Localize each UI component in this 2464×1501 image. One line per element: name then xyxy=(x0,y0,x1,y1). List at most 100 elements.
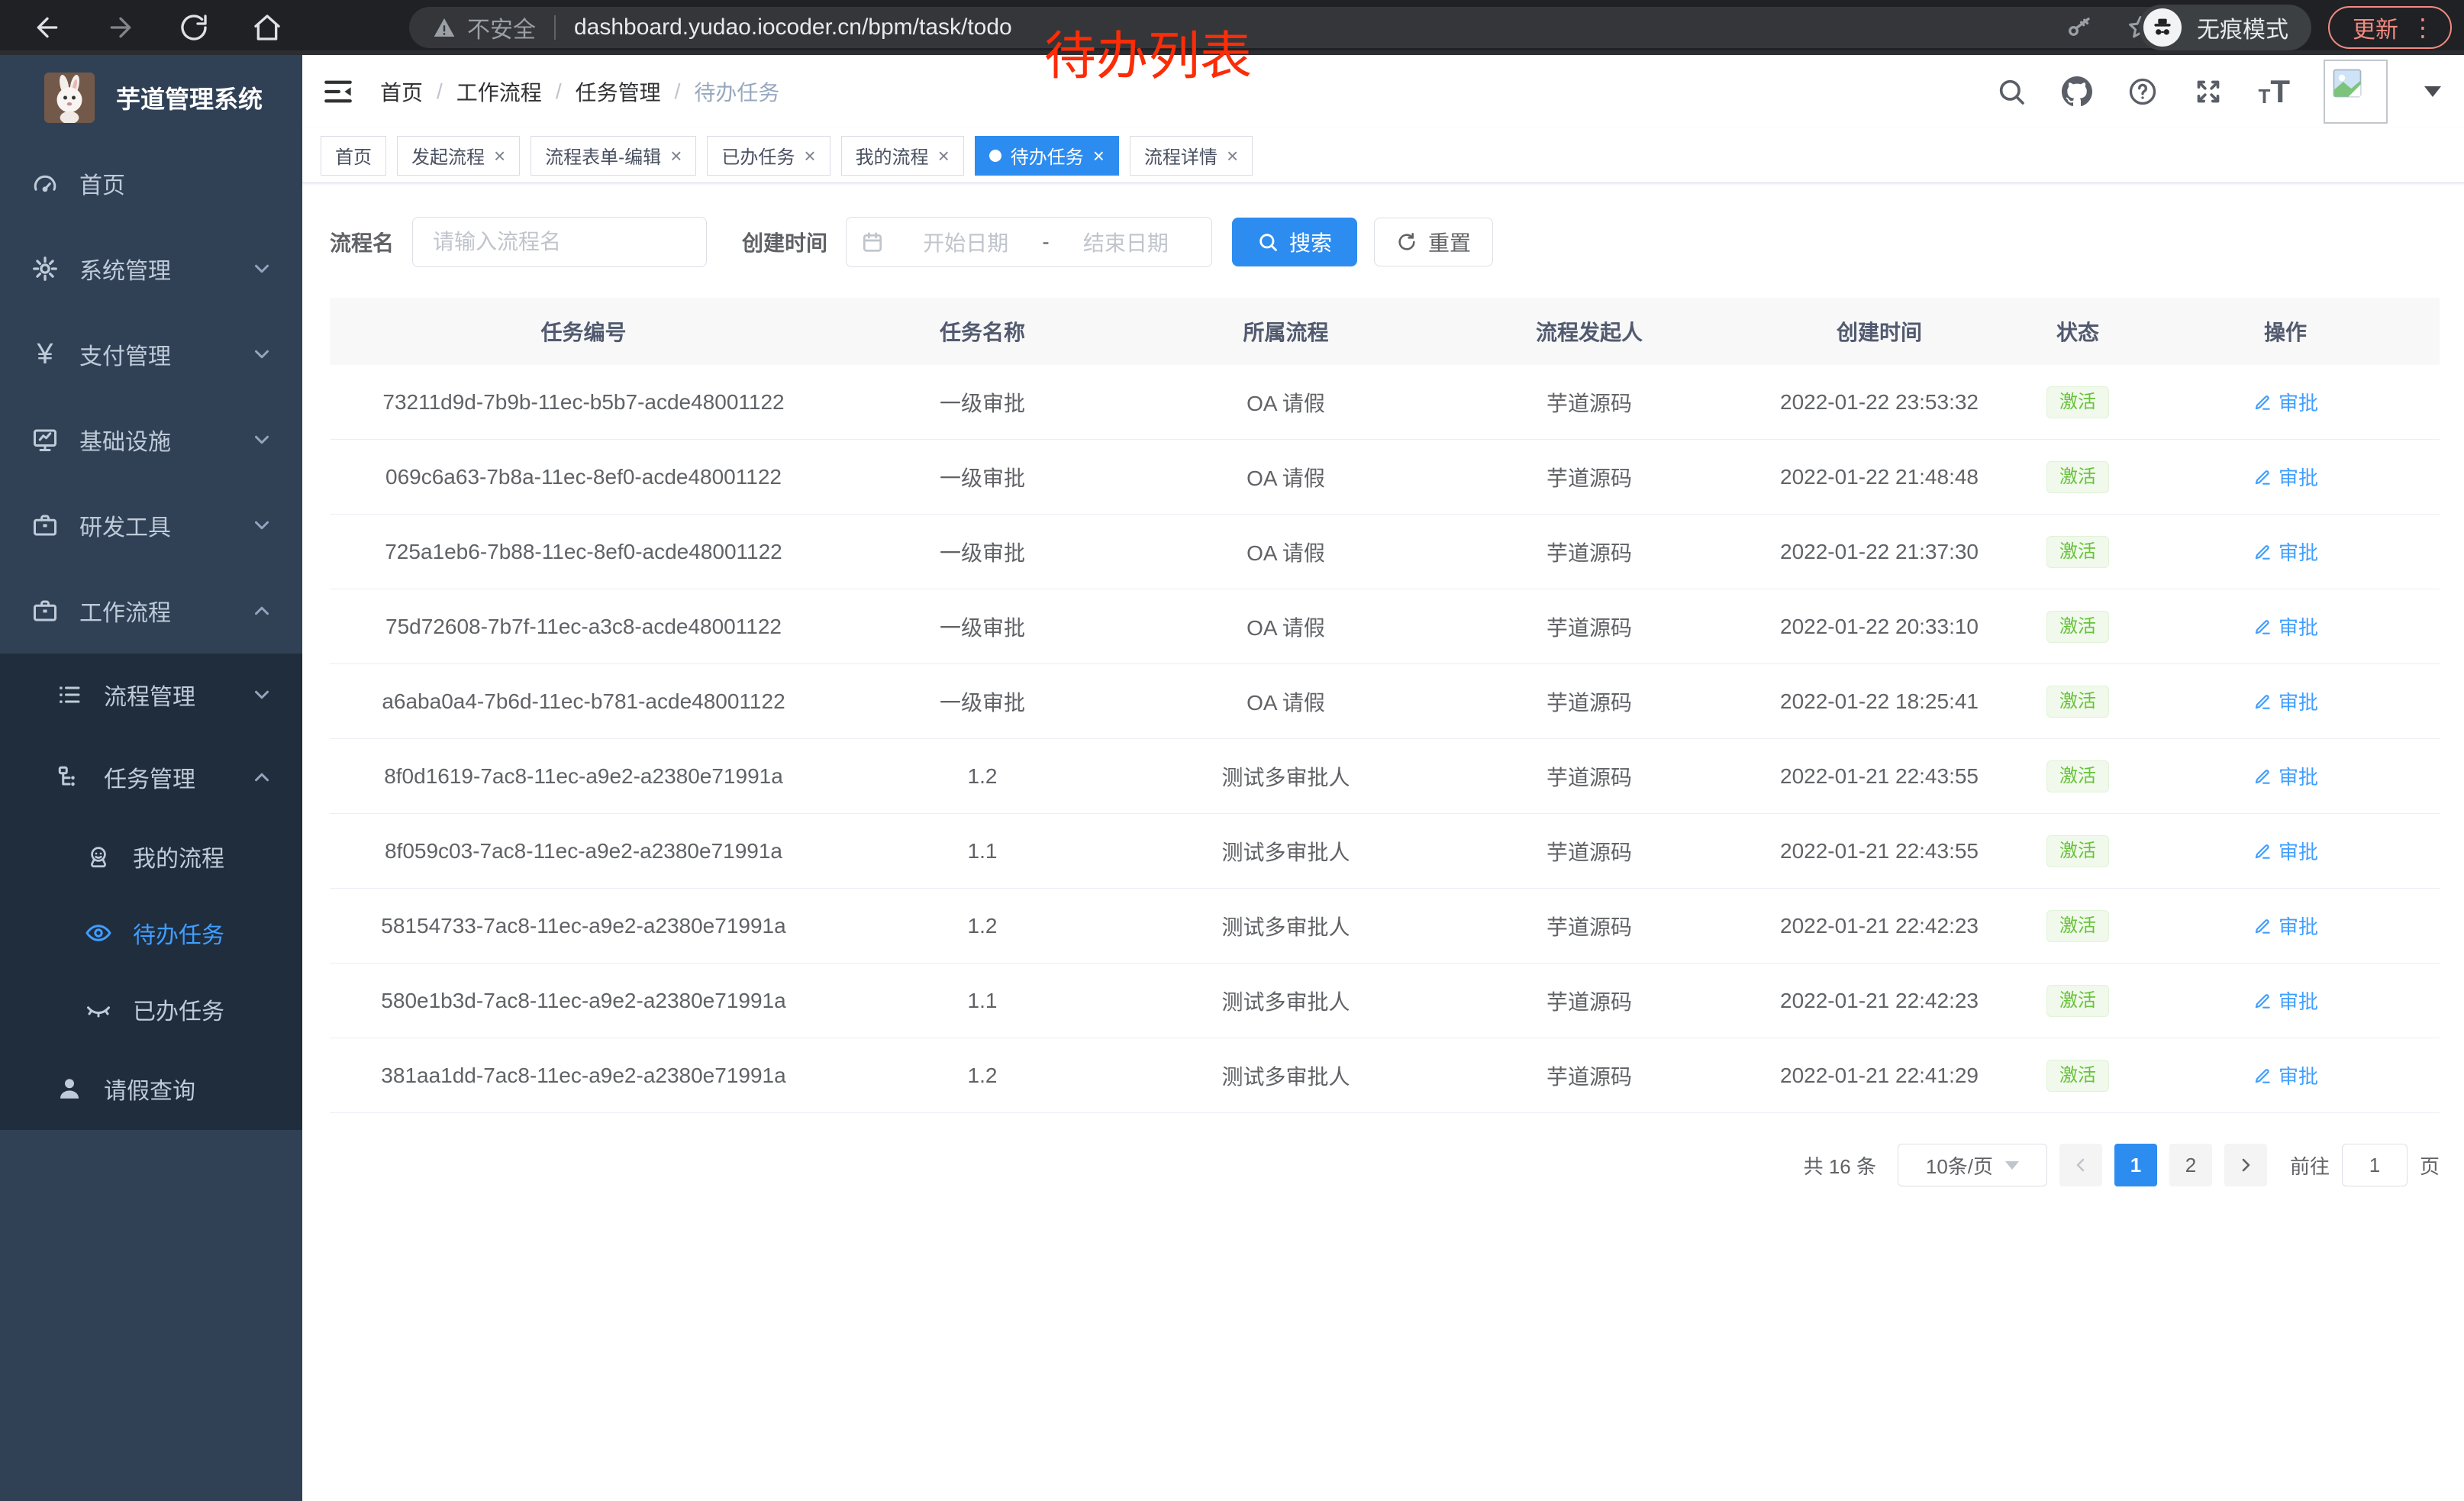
incognito-icon xyxy=(2143,8,2182,47)
sidebar-item-payment[interactable]: ¥ 支付管理 xyxy=(0,311,302,397)
close-icon[interactable]: × xyxy=(1093,146,1105,166)
approve-link[interactable]: 审批 xyxy=(2253,537,2318,566)
sidebar-toggle-icon[interactable] xyxy=(322,76,354,108)
sidebar-item-todo-tasks[interactable]: 待办任务 xyxy=(0,895,302,971)
home-icon[interactable] xyxy=(250,11,284,44)
page-button-1[interactable]: 1 xyxy=(2114,1144,2157,1186)
workflow-submenu: 流程管理 任务管理 我的流程 xyxy=(0,654,302,1130)
cell-create-time: 2022-01-21 22:42:23 xyxy=(1734,914,2024,938)
cell-starter: 芋道源码 xyxy=(1444,612,1734,642)
sidebar-item-label: 请假查询 xyxy=(104,1072,195,1106)
cell-task-name: 1.2 xyxy=(837,914,1127,938)
font-size-icon[interactable]: TT xyxy=(2258,77,2290,106)
sidebar-item-done-tasks[interactable]: 已办任务 xyxy=(0,971,302,1047)
screen: 不安全 dashboard.yudao.iocoder.cn/bpm/task/… xyxy=(0,0,2464,1501)
password-key-icon[interactable] xyxy=(2066,14,2093,41)
prev-page-button[interactable] xyxy=(2059,1144,2102,1186)
approve-link[interactable]: 审批 xyxy=(2253,1061,2318,1089)
forward-icon[interactable] xyxy=(104,11,137,44)
table-header-row: 任务编号 任务名称 所属流程 流程发起人 创建时间 状态 操作 xyxy=(330,298,2440,365)
active-dot xyxy=(989,150,1001,162)
sidebar-item-process-management[interactable]: 流程管理 xyxy=(0,654,302,736)
cell-create-time: 2022-01-22 21:48:48 xyxy=(1734,465,2024,489)
tab-home[interactable]: 首页 xyxy=(321,136,386,176)
chevron-right-icon xyxy=(2237,1156,2255,1174)
breadcrumb-home[interactable]: 首页 xyxy=(380,76,423,107)
cell-task-name: 一级审批 xyxy=(837,537,1127,567)
cell-starter: 芋道源码 xyxy=(1444,986,1734,1016)
reload-icon[interactable] xyxy=(177,11,211,44)
close-icon[interactable]: × xyxy=(1227,146,1238,166)
close-icon[interactable]: × xyxy=(804,146,815,166)
date-range-picker[interactable]: 开始日期 - 结束日期 xyxy=(846,217,1212,267)
close-icon[interactable]: × xyxy=(670,146,682,166)
sidebar-item-task-management[interactable]: 任务管理 xyxy=(0,736,302,818)
next-page-button[interactable] xyxy=(2224,1144,2267,1186)
app-logo[interactable]: 芋道管理系统 xyxy=(0,55,302,140)
browser-menu-icon[interactable]: ⋮ xyxy=(2411,13,2435,42)
cell-task-id: 58154733-7ac8-11ec-a9e2-a2380e71991a xyxy=(330,914,837,938)
sidebar-item-my-process[interactable]: 我的流程 xyxy=(0,818,302,895)
approve-link[interactable]: 审批 xyxy=(2253,463,2318,491)
cell-task-id: 725a1eb6-7b88-11ec-8ef0-acde48001122 xyxy=(330,540,837,564)
approve-link[interactable]: 审批 xyxy=(2253,762,2318,790)
back-icon[interactable] xyxy=(31,11,64,44)
fullscreen-icon[interactable] xyxy=(2192,76,2224,108)
approve-link[interactable]: 审批 xyxy=(2253,388,2318,416)
edit-pen-icon xyxy=(2253,991,2272,1011)
gear-icon xyxy=(31,254,60,283)
cell-task-id: 381aa1dd-7ac8-11ec-a9e2-a2380e71991a xyxy=(330,1064,837,1088)
goto-page-input[interactable] xyxy=(2342,1144,2408,1186)
list-tree-icon xyxy=(55,680,84,709)
start-date-placeholder[interactable]: 开始日期 xyxy=(894,227,1037,257)
sidebar-item-workflow[interactable]: 工作流程 xyxy=(0,568,302,654)
breadcrumb: 首页 / 工作流程 / 任务管理 / 待办任务 xyxy=(380,76,779,107)
tab-my-process[interactable]: 我的流程 × xyxy=(841,136,964,176)
reset-button[interactable]: 重置 xyxy=(1374,218,1493,266)
tab-process-detail[interactable]: 流程详情 × xyxy=(1130,136,1253,176)
tab-start-process[interactable]: 发起流程 × xyxy=(397,136,520,176)
update-button[interactable]: 更新 ⋮ xyxy=(2328,6,2452,49)
end-date-placeholder[interactable]: 结束日期 xyxy=(1054,227,1198,257)
incognito-label: 无痕模式 xyxy=(2197,11,2288,44)
breadcrumb-separator: / xyxy=(675,79,681,104)
sidebar-item-leave-query[interactable]: 请假查询 xyxy=(0,1047,302,1130)
edit-pen-icon xyxy=(2253,1066,2272,1086)
monitor-icon xyxy=(31,425,60,454)
approve-link[interactable]: 审批 xyxy=(2253,986,2318,1015)
approve-link[interactable]: 审批 xyxy=(2253,837,2318,865)
cell-process: 测试多审批人 xyxy=(1127,911,1444,941)
approve-link[interactable]: 审批 xyxy=(2253,687,2318,715)
edit-pen-icon xyxy=(2253,841,2272,861)
tab-done-tasks[interactable]: 已办任务 × xyxy=(707,136,830,176)
robot-face-icon xyxy=(84,842,113,871)
sidebar-item-devtools[interactable]: 研发工具 xyxy=(0,483,302,568)
caret-down-icon[interactable] xyxy=(2424,86,2441,97)
search-icon[interactable] xyxy=(1995,76,2027,108)
address-bar[interactable]: 不安全 dashboard.yudao.iocoder.cn/bpm/task/… xyxy=(409,7,2177,48)
approve-link[interactable]: 审批 xyxy=(2253,612,2318,641)
sidebar-item-infrastructure[interactable]: 基础设施 xyxy=(0,397,302,483)
page-size-select[interactable]: 10条/页 xyxy=(1898,1144,2047,1186)
url-text[interactable]: dashboard.yudao.iocoder.cn/bpm/task/todo xyxy=(574,15,1012,40)
tab-form-edit[interactable]: 流程表单-编辑 × xyxy=(531,136,696,176)
close-icon[interactable]: × xyxy=(494,146,505,166)
process-name-input[interactable] xyxy=(412,217,707,267)
avatar[interactable] xyxy=(2324,60,2388,124)
breadcrumb-task-management[interactable]: 任务管理 xyxy=(576,76,661,107)
breadcrumb-workflow[interactable]: 工作流程 xyxy=(456,76,542,107)
table-row: 8f059c03-7ac8-11ec-a9e2-a2380e71991a 1.1… xyxy=(330,814,2440,889)
help-icon[interactable] xyxy=(2127,76,2159,108)
briefcase-icon xyxy=(31,596,60,625)
page-button-2[interactable]: 2 xyxy=(2169,1144,2212,1186)
sidebar-item-system[interactable]: 系统管理 xyxy=(0,226,302,311)
search-button[interactable]: 搜索 xyxy=(1232,218,1357,266)
status-badge: 激活 xyxy=(2046,386,2109,418)
github-icon[interactable] xyxy=(2061,76,2093,108)
security-label[interactable]: 不安全 xyxy=(467,11,536,44)
tab-todo-tasks[interactable]: 待办任务 × xyxy=(975,136,1119,176)
close-icon[interactable]: × xyxy=(938,146,950,166)
chevron-down-icon xyxy=(250,257,273,280)
approve-link[interactable]: 审批 xyxy=(2253,912,2318,940)
sidebar-item-home[interactable]: 首页 xyxy=(0,140,302,226)
